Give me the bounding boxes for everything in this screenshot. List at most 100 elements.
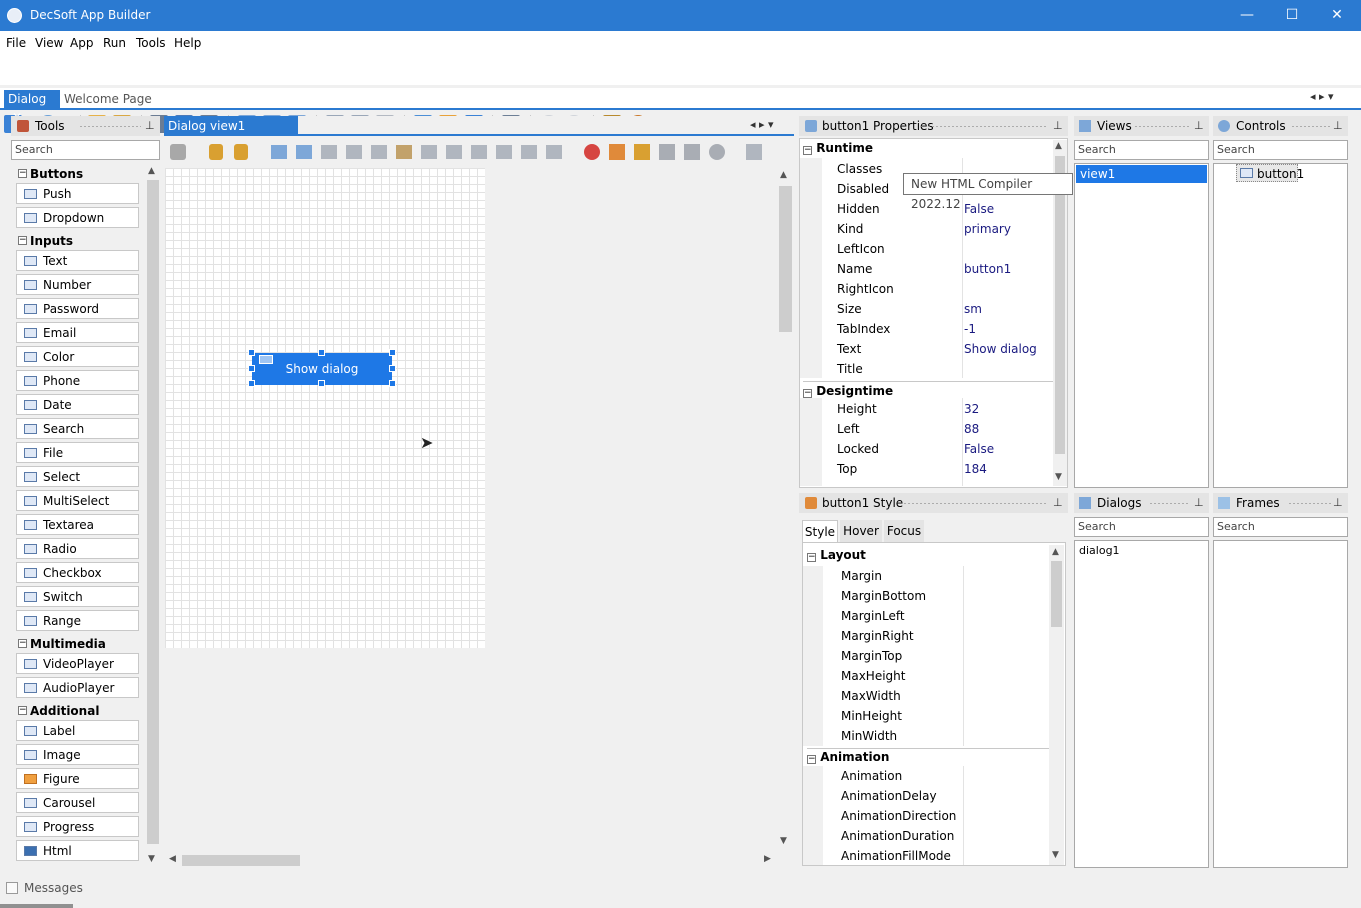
prop-text[interactable]: Text: [837, 342, 861, 356]
copy-icon[interactable]: [609, 144, 625, 160]
unlock-icon[interactable]: [234, 144, 248, 160]
style-animationdirection[interactable]: AnimationDirection: [841, 809, 956, 823]
style-marginbottom[interactable]: MarginBottom: [841, 589, 926, 603]
tool-audioplayer[interactable]: AudioPlayer: [16, 677, 139, 698]
align-top-icon[interactable]: [471, 145, 487, 159]
menu-tools[interactable]: Tools: [136, 36, 166, 50]
grid-settings-icon[interactable]: [746, 144, 762, 160]
prop-lefticon[interactable]: LeftIcon: [837, 242, 885, 256]
style-marginright[interactable]: MarginRight: [841, 629, 914, 643]
views-search-input[interactable]: Search: [1074, 140, 1209, 160]
align-middle-icon[interactable]: [496, 145, 512, 159]
scroll-down-icon[interactable]: ▼: [148, 854, 155, 864]
tool-push[interactable]: Push: [16, 183, 139, 204]
align-right-icon[interactable]: [446, 145, 462, 159]
layout-section[interactable]: − Layout: [807, 548, 866, 562]
category-buttons[interactable]: − Buttons: [14, 164, 144, 184]
bring-front-icon[interactable]: [271, 145, 287, 159]
tool-search[interactable]: Search: [16, 418, 139, 439]
style-minwidth[interactable]: MinWidth: [841, 729, 897, 743]
cut-icon[interactable]: [659, 144, 675, 160]
prop-locked[interactable]: Locked: [837, 442, 879, 456]
pin-icon[interactable]: ⊥: [1333, 119, 1343, 132]
frames-search-input[interactable]: Search: [1213, 517, 1348, 537]
prop-hidden-value[interactable]: False: [964, 202, 994, 216]
minimize-button[interactable]: —: [1224, 0, 1270, 31]
tool-html[interactable]: Html: [16, 840, 139, 861]
view-item[interactable]: view1: [1076, 165, 1207, 183]
align-left-icon[interactable]: [396, 145, 412, 159]
style-maxwidth[interactable]: MaxWidth: [841, 689, 901, 703]
tool-text[interactable]: Text: [16, 250, 139, 271]
style-scrollbar[interactable]: ▲ ▼: [1049, 545, 1064, 865]
prop-size[interactable]: Size: [837, 302, 862, 316]
resize-handle[interactable]: [248, 365, 255, 372]
tool-color[interactable]: Color: [16, 346, 139, 367]
send-back-icon[interactable]: [296, 145, 312, 159]
tool-figure[interactable]: Figure: [16, 768, 139, 789]
style-animationdelay[interactable]: AnimationDelay: [841, 789, 937, 803]
prop-height-value[interactable]: 32: [964, 402, 979, 416]
style-minheight[interactable]: MinHeight: [841, 709, 902, 723]
prop-righticon[interactable]: RightIcon: [837, 282, 894, 296]
no-snap-icon[interactable]: [170, 144, 186, 160]
style-maxheight[interactable]: MaxHeight: [841, 669, 905, 683]
menu-view[interactable]: View: [35, 36, 63, 50]
prop-name-value[interactable]: button1: [964, 262, 1011, 276]
tab-welcome-page[interactable]: Welcome Page: [60, 90, 156, 108]
align-bottom-icon[interactable]: [521, 145, 537, 159]
prop-hidden[interactable]: Hidden: [837, 202, 880, 216]
prop-top-value[interactable]: 184: [964, 462, 987, 476]
controls-search-input[interactable]: Search: [1213, 140, 1348, 160]
pin-icon[interactable]: ⊥: [1333, 496, 1343, 509]
tab-dialog[interactable]: Dialog ✕: [4, 90, 60, 124]
dialog-item[interactable]: dialog1: [1079, 544, 1120, 557]
resize-handle[interactable]: [318, 380, 325, 387]
prop-height[interactable]: Height: [837, 402, 877, 416]
prop-kind-value[interactable]: primary: [964, 222, 1011, 236]
resize-handle[interactable]: [389, 365, 396, 372]
designer-hscroll[interactable]: ◀ ▶: [164, 852, 777, 869]
menu-file[interactable]: File: [6, 36, 26, 50]
tab-style[interactable]: Style: [802, 520, 838, 542]
category-additional[interactable]: − Additional: [14, 701, 144, 721]
tool-email[interactable]: Email: [16, 322, 139, 343]
prop-disabled[interactable]: Disabled: [837, 182, 889, 196]
style-margintop[interactable]: MarginTop: [841, 649, 902, 663]
tool-switch[interactable]: Switch: [16, 586, 139, 607]
maximize-button[interactable]: ☐: [1269, 0, 1315, 31]
pin-icon[interactable]: ⊥: [1194, 119, 1204, 132]
same-size-icon[interactable]: [321, 145, 337, 159]
tab-hover[interactable]: Hover: [840, 520, 882, 542]
select-all-icon[interactable]: [684, 144, 700, 160]
tab-focus[interactable]: Focus: [884, 520, 924, 542]
tool-progress[interactable]: Progress: [16, 816, 139, 837]
resize-handle[interactable]: [389, 349, 396, 356]
tool-videoplayer[interactable]: VideoPlayer: [16, 653, 139, 674]
tab-dialog-designer[interactable]: Dialog view1 Designer ✕: [164, 116, 298, 153]
tools-search-input[interactable]: Search: [11, 140, 160, 160]
paste-icon[interactable]: [634, 144, 650, 160]
designtime-section[interactable]: − Designtime: [803, 381, 1053, 398]
dialog-canvas[interactable]: [165, 168, 485, 648]
tool-image[interactable]: Image: [16, 744, 139, 765]
pin-icon[interactable]: ⊥: [1053, 119, 1063, 132]
prop-kind[interactable]: Kind: [837, 222, 863, 236]
scroll-up-icon[interactable]: ▲: [148, 166, 155, 176]
menu-app[interactable]: App: [70, 36, 93, 50]
tool-dropdown[interactable]: Dropdown: [16, 207, 139, 228]
tool-password[interactable]: Password: [16, 298, 139, 319]
tool-range[interactable]: Range: [16, 610, 139, 631]
tool-select[interactable]: Select: [16, 466, 139, 487]
tool-textarea[interactable]: Textarea: [16, 514, 139, 535]
close-window-button[interactable]: ✕: [1314, 0, 1360, 31]
tool-radio[interactable]: Radio: [16, 538, 139, 559]
tool-phone[interactable]: Phone: [16, 370, 139, 391]
tool-carousel[interactable]: Carousel: [16, 792, 139, 813]
delete-icon[interactable]: [584, 144, 600, 160]
prop-title[interactable]: Title: [837, 362, 863, 376]
prop-text-value[interactable]: Show dialog: [964, 342, 1037, 356]
distribute-icon[interactable]: [546, 145, 562, 159]
dialogs-search-input[interactable]: Search: [1074, 517, 1209, 537]
tab-scroll-arrows-icon[interactable]: ◂ ▸ ▾: [1310, 90, 1334, 103]
